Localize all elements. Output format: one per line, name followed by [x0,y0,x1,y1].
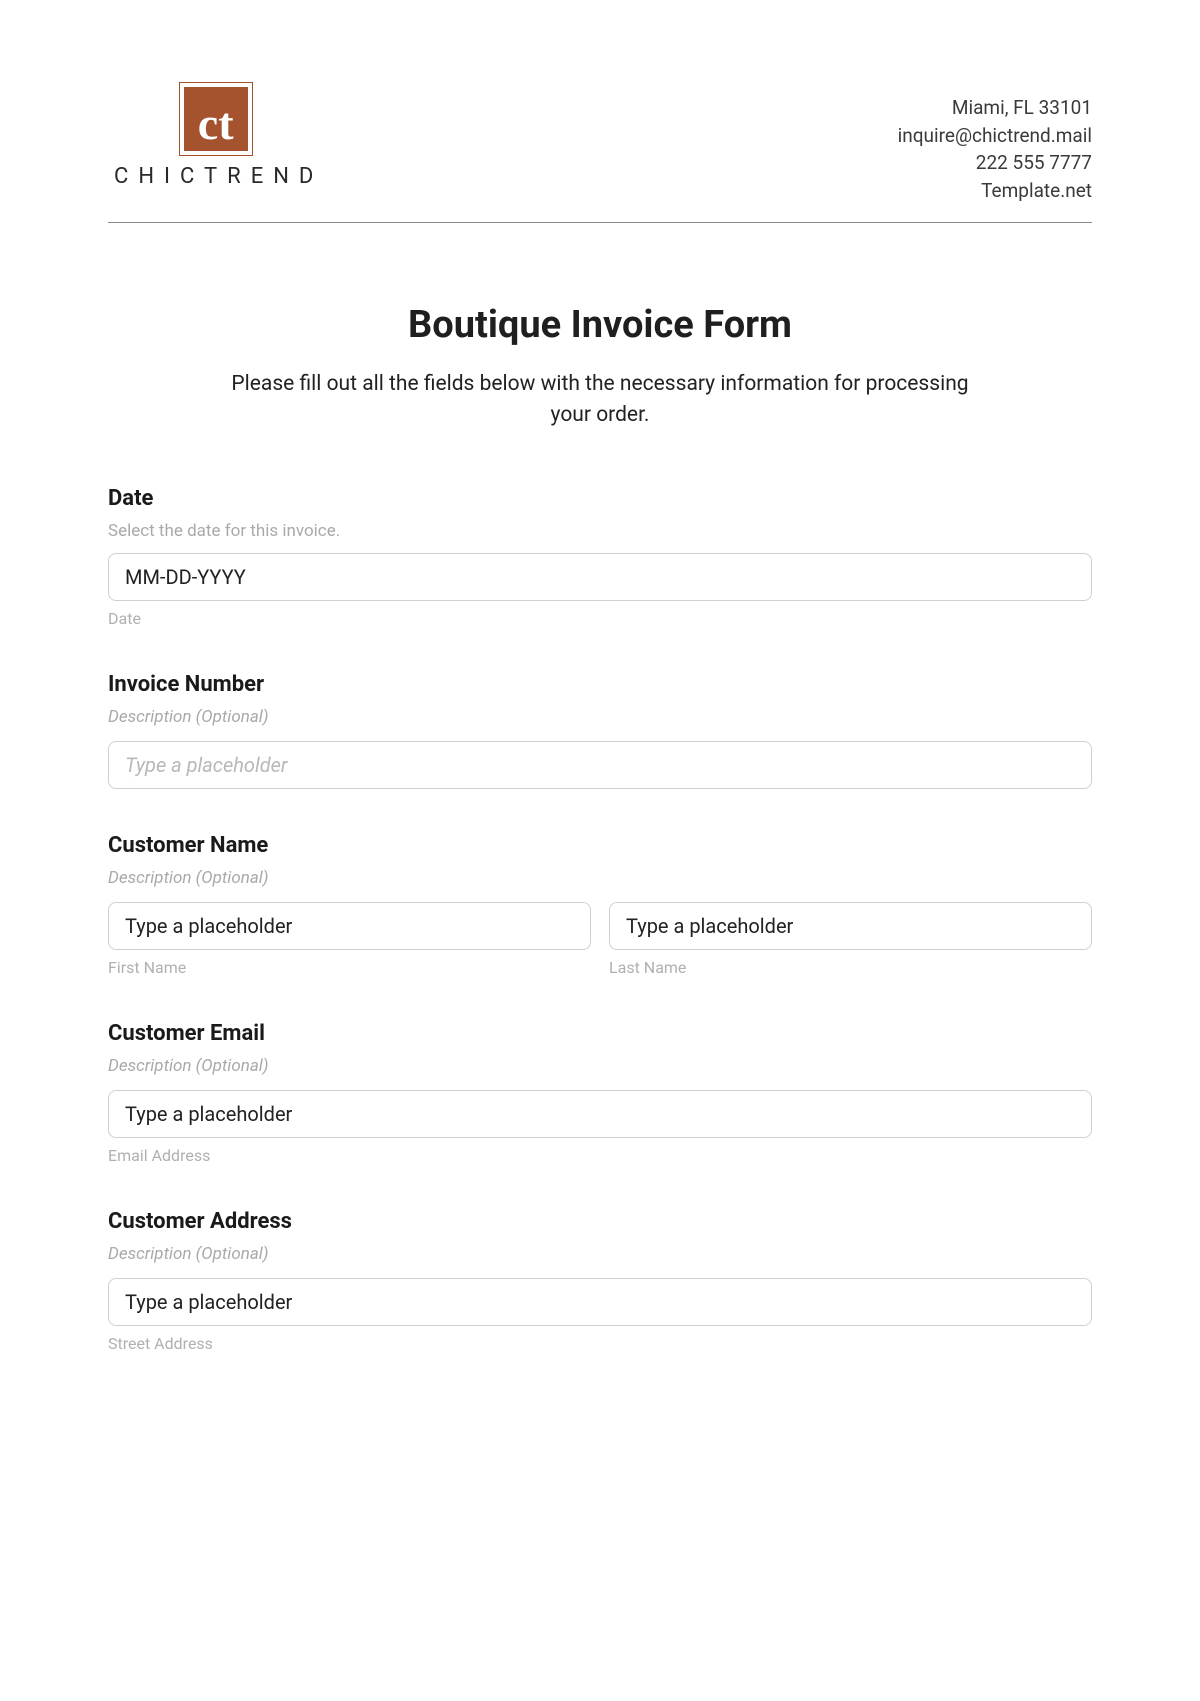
customer-name-label: Customer Name [108,833,1092,858]
header: ct CHICTREND Miami, FL 33101 inquire@chi… [108,82,1092,204]
street-address-input[interactable] [108,1278,1092,1326]
brand-name: CHICTREND [114,164,323,189]
first-name-sublabel: First Name [108,958,591,977]
logo-frame: ct [179,82,253,156]
logo-icon: ct [184,87,248,151]
contact-site: Template.net [898,177,1092,205]
invoice-number-input[interactable] [108,741,1092,789]
invoice-number-description: Description (Optional) [108,707,1092,727]
last-name-sublabel: Last Name [609,958,1092,977]
date-label: Date [108,486,1092,511]
contact-address: Miami, FL 33101 [898,94,1092,122]
field-customer-name: Customer Name Description (Optional) Fir… [108,833,1092,977]
date-description: Select the date for this invoice. [108,521,1092,541]
contact-email: inquire@chictrend.mail [898,122,1092,150]
header-divider [108,222,1092,223]
customer-email-description: Description (Optional) [108,1056,1092,1076]
field-customer-email: Customer Email Description (Optional) Em… [108,1021,1092,1165]
field-date: Date Select the date for this invoice. D… [108,486,1092,628]
customer-address-label: Customer Address [108,1209,1092,1234]
customer-email-input[interactable] [108,1090,1092,1138]
customer-email-sublabel: Email Address [108,1146,1092,1165]
page-subtitle: Please fill out all the fields below wit… [220,369,980,430]
last-name-input[interactable] [609,902,1092,950]
date-input[interactable] [108,553,1092,601]
brand-block: ct CHICTREND [108,82,323,189]
page-title: Boutique Invoice Form [108,303,1092,347]
contact-block: Miami, FL 33101 inquire@chictrend.mail 2… [898,94,1092,204]
customer-name-description: Description (Optional) [108,868,1092,888]
customer-email-label: Customer Email [108,1021,1092,1046]
field-invoice-number: Invoice Number Description (Optional) [108,672,1092,789]
date-sublabel: Date [108,609,1092,628]
contact-phone: 222 555 7777 [898,149,1092,177]
field-customer-address: Customer Address Description (Optional) … [108,1209,1092,1353]
street-address-sublabel: Street Address [108,1334,1092,1353]
invoice-number-label: Invoice Number [108,672,1092,697]
customer-address-description: Description (Optional) [108,1244,1092,1264]
first-name-input[interactable] [108,902,591,950]
